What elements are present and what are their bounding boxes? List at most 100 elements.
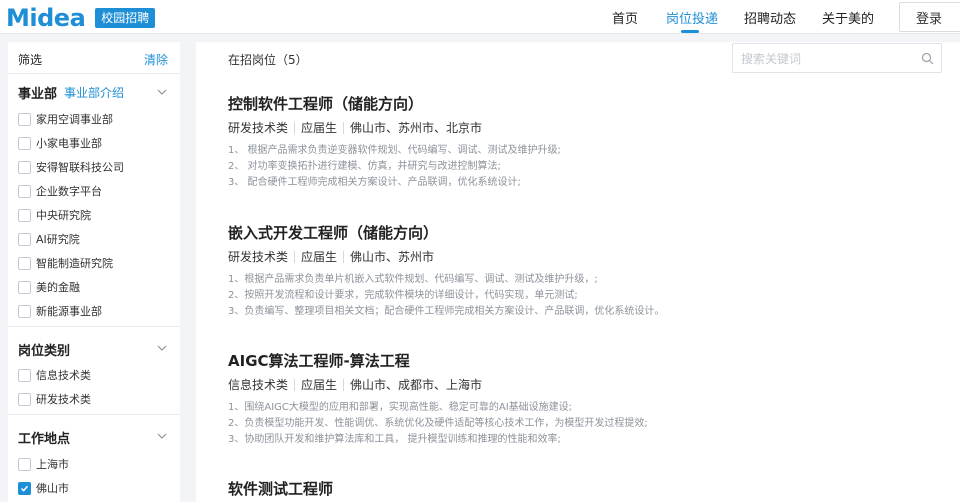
job-title[interactable]: 嵌入式开发工程师（储能方向） bbox=[228, 222, 928, 243]
description-line: 1、围绕AIGC大模型的应用和部署，实现高性能、稳定可靠的AI基础设施建设; bbox=[228, 402, 573, 413]
job-title[interactable]: 控制软件工程师（储能方向） bbox=[228, 93, 928, 114]
option-label: 佛山市 bbox=[36, 482, 69, 495]
division-intro-link[interactable]: 事业部介绍 bbox=[64, 84, 124, 101]
filter-option[interactable]: 家用空调事业部 bbox=[18, 111, 113, 127]
separator bbox=[294, 121, 296, 134]
job-category: 信息技术类 bbox=[228, 378, 289, 392]
checkbox[interactable] bbox=[18, 208, 31, 222]
search-icon[interactable] bbox=[921, 52, 934, 65]
nav-recruitment-news[interactable]: 招聘动态 bbox=[744, 8, 796, 27]
checkbox[interactable] bbox=[18, 392, 31, 406]
option-label: 小家电事业部 bbox=[36, 137, 102, 150]
checkbox[interactable] bbox=[18, 368, 31, 382]
checkbox[interactable] bbox=[18, 280, 31, 294]
description-line: 2、按照开发流程和设计要求，完成软件模块的详细设计，代码实现，单元测试; bbox=[228, 290, 578, 301]
clear-filters-link[interactable]: 清除 bbox=[144, 51, 168, 68]
description-line: 3、 配合硬件工程师完成相关方案设计、产品联调，优化系统设计; bbox=[228, 177, 521, 188]
description-line: 1、 根据产品需求负责逆变器软件规划、代码编写、调试、测试及维护升级; bbox=[228, 145, 561, 156]
search-box[interactable] bbox=[732, 43, 942, 73]
job-list-panel: 在招岗位（5） 控制软件工程师（储能方向） 研发技术类 应届生 佛山市、苏州市、… bbox=[196, 42, 960, 502]
filter-sidebar: 筛选 清除 事业部 事业部介绍 家用空调事业部 小家电事业部 安得智联科技公司 … bbox=[8, 42, 180, 502]
login-button[interactable]: 登录 bbox=[899, 2, 960, 32]
nav-active-underline bbox=[681, 30, 699, 33]
filter-option[interactable]: 信息技术类 bbox=[18, 367, 91, 383]
section-title-division[interactable]: 事业部 bbox=[18, 83, 57, 102]
checkbox[interactable] bbox=[18, 232, 31, 246]
job-category: 研发技术类 bbox=[228, 250, 289, 264]
top-header: Midea 校园招聘 首页 岗位投递 招聘动态 关于美的 登录 bbox=[0, 0, 960, 34]
filter-option[interactable]: 小家电事业部 bbox=[18, 135, 102, 151]
job-card[interactable]: 嵌入式开发工程师（储能方向） 研发技术类 应届生 佛山市、苏州市 1、根据产品需… bbox=[228, 222, 928, 317]
checkbox[interactable] bbox=[18, 256, 31, 270]
filter-option-selected[interactable]: 佛山市 bbox=[18, 480, 69, 496]
chevron-down-icon[interactable] bbox=[156, 342, 168, 354]
separator bbox=[294, 378, 296, 391]
option-label: AI研究院 bbox=[36, 233, 80, 246]
filter-option[interactable]: 上海市 bbox=[18, 456, 69, 472]
description-line: 3、协助团队开发和维护算法库和工具， 提升模型训练和推理的性能和效率; bbox=[228, 434, 561, 445]
job-title[interactable]: AIGC算法工程师-算法工程 bbox=[228, 350, 928, 371]
option-label: 智能制造研究院 bbox=[36, 257, 113, 270]
filter-option[interactable]: 企业数字平台 bbox=[18, 183, 102, 199]
divider bbox=[8, 414, 180, 415]
option-label: 安得智联科技公司 bbox=[36, 161, 124, 174]
job-title[interactable]: 软件测试工程师 bbox=[228, 478, 928, 499]
option-label: 美的金融 bbox=[36, 281, 80, 294]
campus-recruitment-tag: 校园招聘 bbox=[95, 8, 156, 28]
section-title-job-category[interactable]: 岗位类别 bbox=[18, 340, 70, 359]
job-locations: 佛山市、苏州市、北京市 bbox=[350, 121, 483, 135]
filter-option[interactable]: 安得智联科技公司 bbox=[18, 159, 124, 175]
option-label: 家用空调事业部 bbox=[36, 113, 113, 126]
filter-option[interactable]: 研发技术类 bbox=[18, 391, 91, 407]
filter-option[interactable]: AI研究院 bbox=[18, 231, 80, 247]
job-meta: 信息技术类 应届生 佛山市、成都市、上海市 bbox=[228, 376, 482, 393]
option-label: 上海市 bbox=[36, 458, 69, 471]
description-line: 1、根据产品需求负责单片机嵌入式软件规划、代码编写、调试、测试及维护升级，; bbox=[228, 274, 598, 285]
divider bbox=[8, 326, 180, 327]
separator bbox=[294, 250, 296, 263]
checkbox[interactable] bbox=[18, 184, 31, 198]
job-meta: 研发技术类 应届生 佛山市、苏州市 bbox=[228, 248, 434, 265]
midea-logo[interactable]: Midea 校园招聘 bbox=[6, 4, 156, 32]
job-card[interactable]: 软件测试工程师 bbox=[228, 478, 928, 499]
search-input[interactable] bbox=[741, 50, 911, 68]
checkbox[interactable] bbox=[18, 160, 31, 174]
job-description: 1、根据产品需求负责单片机嵌入式软件规划、代码编写、调试、测试及维护升级，; 2… bbox=[228, 272, 664, 320]
filter-label: 筛选 bbox=[18, 53, 43, 67]
open-positions-count: 在招岗位（5） bbox=[228, 53, 308, 67]
option-label: 中央研究院 bbox=[36, 209, 91, 222]
checkbox[interactable] bbox=[18, 136, 31, 150]
checkbox[interactable] bbox=[18, 457, 31, 471]
chevron-down-icon[interactable] bbox=[156, 86, 168, 98]
job-card[interactable]: AIGC算法工程师-算法工程 信息技术类 应届生 佛山市、成都市、上海市 1、围… bbox=[228, 350, 928, 445]
section-title-work-location[interactable]: 工作地点 bbox=[18, 428, 70, 447]
option-label: 企业数字平台 bbox=[36, 185, 102, 198]
chevron-down-icon[interactable] bbox=[156, 430, 168, 442]
job-locations: 佛山市、苏州市 bbox=[350, 250, 435, 264]
job-meta: 研发技术类 应届生 佛山市、苏州市、北京市 bbox=[228, 119, 482, 136]
checkbox-checked[interactable] bbox=[18, 481, 31, 495]
checkbox[interactable] bbox=[18, 112, 31, 126]
job-type: 应届生 bbox=[301, 250, 338, 264]
checkbox[interactable] bbox=[18, 304, 31, 318]
filter-option[interactable]: 新能源事业部 bbox=[18, 303, 102, 319]
job-type: 应届生 bbox=[301, 121, 338, 135]
checkmark-icon bbox=[20, 485, 29, 492]
description-line: 2、 对功率变换拓扑进行建模、仿真，并研究与改进控制算法; bbox=[228, 161, 501, 172]
nav-about-midea[interactable]: 关于美的 bbox=[822, 8, 874, 27]
job-locations: 佛山市、成都市、上海市 bbox=[350, 378, 483, 392]
logo-text: Midea bbox=[6, 4, 86, 32]
description-line: 3、负责编写、整理项目相关文档；配合硬件工程师完成相关方案设计、产品联调，优化系… bbox=[228, 306, 665, 317]
option-label: 新能源事业部 bbox=[36, 305, 102, 318]
filter-option[interactable]: 美的金融 bbox=[18, 279, 80, 295]
nav-job-apply[interactable]: 岗位投递 bbox=[666, 8, 718, 27]
job-card[interactable]: 控制软件工程师（储能方向） 研发技术类 应届生 佛山市、苏州市、北京市 1、 根… bbox=[228, 93, 928, 188]
divider bbox=[8, 73, 180, 74]
job-type: 应届生 bbox=[301, 378, 338, 392]
filter-option[interactable]: 中央研究院 bbox=[18, 207, 91, 223]
nav-home[interactable]: 首页 bbox=[612, 8, 638, 27]
job-description: 1、 根据产品需求负责逆变器软件规划、代码编写、调试、测试及维护升级; 2、 对… bbox=[228, 143, 561, 191]
job-category: 研发技术类 bbox=[228, 121, 289, 135]
filter-option[interactable]: 智能制造研究院 bbox=[18, 255, 113, 271]
option-label: 研发技术类 bbox=[36, 393, 91, 406]
